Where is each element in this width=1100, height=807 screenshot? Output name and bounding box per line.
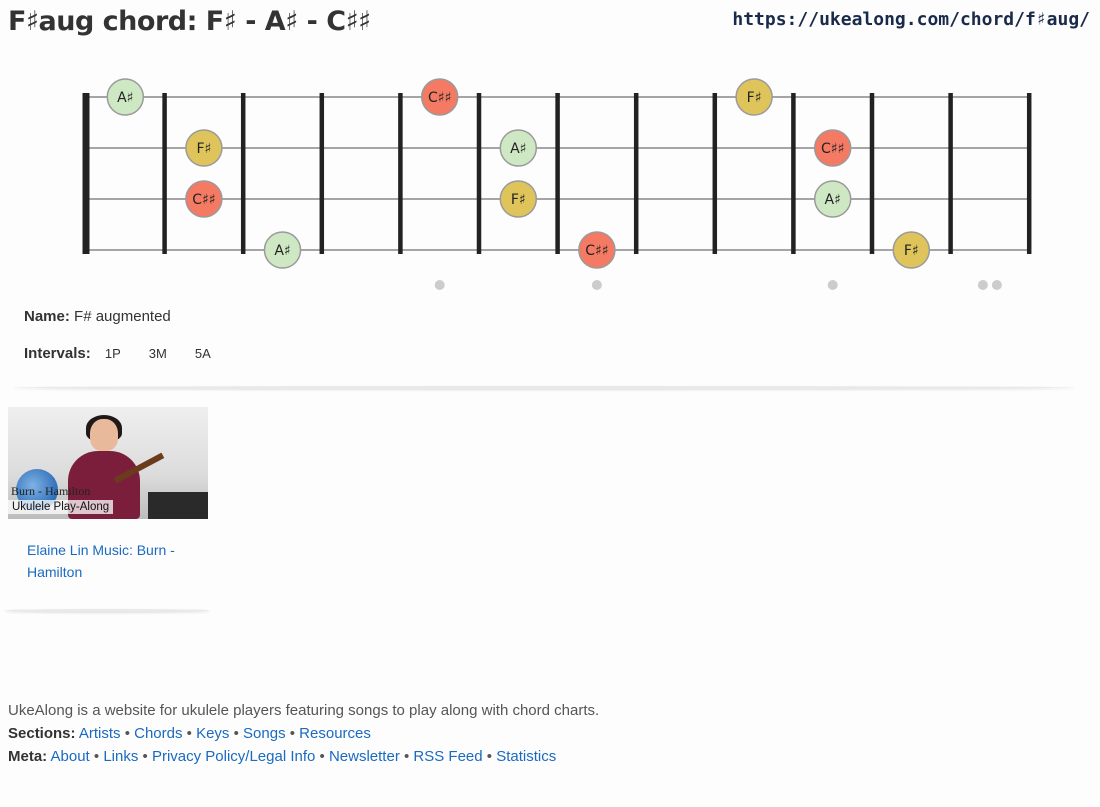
- footer-meta-label: Meta:: [8, 748, 48, 765]
- fret-marker-dot: [434, 280, 445, 290]
- footer-sections: Sections: Artists • Chords • Keys • Song…: [8, 725, 371, 742]
- note-label: F♯: [511, 192, 526, 208]
- page-url: https://ukealong.com/chord/f♯aug/: [732, 9, 1090, 30]
- note-label: C♯♯: [585, 243, 608, 259]
- note-label: C♯♯: [428, 90, 451, 106]
- fret-marker-dot: [977, 280, 988, 290]
- footer-link-resources[interactable]: Resources: [299, 725, 371, 742]
- chord-name-row: Name: F# augmented: [24, 308, 229, 325]
- note-marker: A♯: [106, 78, 145, 116]
- note-marker: F♯: [185, 129, 223, 167]
- interval-item: 5A: [194, 346, 211, 361]
- footer-link-statistics[interactable]: Statistics: [496, 748, 556, 765]
- footer-link-newsletter[interactable]: Newsletter: [329, 748, 400, 765]
- note-marker: C♯♯: [420, 78, 459, 116]
- note-label: A♯: [117, 90, 133, 106]
- note-marker: F♯: [735, 78, 773, 116]
- note-label: F♯: [904, 243, 919, 259]
- thumbnail-caption-title: Burn - Hamilton: [11, 484, 91, 498]
- note-label: A♯: [825, 192, 841, 208]
- chord-name-value: F# augmented: [74, 308, 171, 325]
- footer-meta: Meta: About • Links • Privacy Policy/Leg…: [8, 748, 557, 765]
- intervals-label: Intervals:: [24, 345, 91, 362]
- interval-item: 3M: [148, 346, 167, 361]
- intervals-row: Intervals: 1P 3M 5A: [24, 345, 229, 362]
- page-title: F♯aug chord: F♯ - A♯ - C♯♯: [8, 6, 371, 37]
- note-label: F♯: [196, 141, 211, 157]
- fretboard-diagram: A♯ C♯♯ F♯ F♯ A♯ C♯♯ C♯♯ F♯ A♯ A♯ C♯♯ F♯: [82, 78, 1032, 290]
- footer-link-songs[interactable]: Songs: [243, 725, 286, 742]
- thumbnail-face: [90, 419, 118, 451]
- note-label: A♯: [510, 141, 526, 157]
- chord-name-label: Name:: [24, 308, 70, 325]
- interval-item: 1P: [104, 346, 121, 361]
- note-marker: A♯: [813, 180, 852, 218]
- fret-marker-dot: [991, 280, 1002, 290]
- footer-sections-label: Sections:: [8, 725, 76, 742]
- footer-link-artists[interactable]: Artists: [79, 725, 121, 742]
- note-marker: C♯♯: [578, 231, 616, 269]
- footer-link-about[interactable]: About: [51, 748, 90, 765]
- footer-link-rss[interactable]: RSS Feed: [413, 748, 482, 765]
- video-card: Burn - Hamilton Ukulele Play-Along Elain…: [8, 407, 208, 583]
- footer-link-privacy[interactable]: Privacy Policy/Legal Info: [152, 748, 315, 765]
- note-marker: A♯: [499, 129, 538, 167]
- card-divider: [4, 609, 210, 612]
- footer-link-keys[interactable]: Keys: [196, 725, 229, 742]
- section-divider: [12, 386, 1076, 389]
- note-marker: F♯: [499, 180, 538, 218]
- note-label: C♯♯: [192, 192, 215, 208]
- fret-marker-dot: [827, 280, 838, 290]
- note-marker: C♯♯: [813, 129, 852, 167]
- note-marker: C♯♯: [185, 180, 223, 218]
- note-label: C♯♯: [821, 141, 844, 157]
- footer-tagline: UkeAlong is a website for ukulele player…: [8, 702, 600, 719]
- note-label: A♯: [274, 243, 290, 259]
- note-marker: A♯: [263, 231, 302, 269]
- site-footer: UkeAlong is a website for ukulele player…: [8, 699, 599, 768]
- video-link[interactable]: Elaine Lin Music: Burn - Hamilton: [27, 539, 197, 583]
- footer-link-chords[interactable]: Chords: [134, 725, 182, 742]
- fret-marker-dot: [591, 280, 602, 290]
- thumbnail-caption-subtitle: Ukulele Play-Along: [8, 500, 114, 514]
- chord-info: Name: F# augmented Intervals: 1P 3M 5A: [24, 308, 229, 382]
- video-thumbnail[interactable]: Burn - Hamilton Ukulele Play-Along: [8, 407, 208, 519]
- note-label: F♯: [747, 90, 762, 106]
- footer-link-links[interactable]: Links: [103, 748, 138, 765]
- note-marker: F♯: [892, 231, 931, 269]
- thumbnail-shadow: [148, 492, 208, 519]
